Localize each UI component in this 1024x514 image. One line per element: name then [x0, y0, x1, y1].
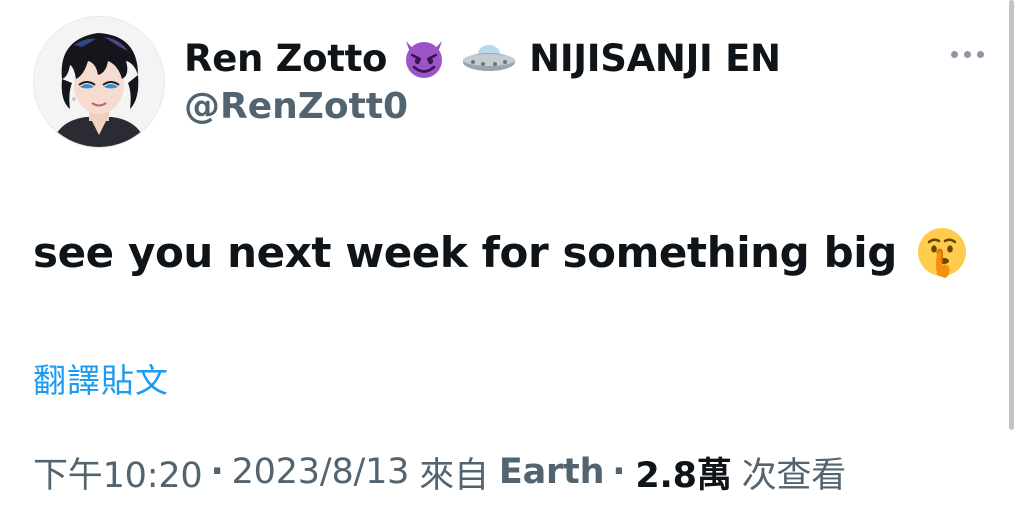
views-label: 次查看 [741, 455, 847, 496]
meta-separator: · [210, 452, 224, 492]
tweet-time[interactable]: 下午10:20 [33, 447, 203, 498]
ufo-emoji-icon [461, 38, 517, 78]
tweet-text-content: see you next week for something big [33, 227, 897, 277]
translate-post-link[interactable]: 翻譯貼文 [33, 354, 169, 402]
source-name[interactable]: Earth [499, 452, 605, 492]
views-count: 2.8萬 [635, 455, 732, 496]
tweet-card: Ren Zotto NIJISANJI EN @RenZott0 see you… [0, 0, 1024, 514]
source-prefix: 來自 [419, 455, 489, 496]
author-affiliation: NIJISANJI EN [529, 36, 781, 80]
shushing-face-emoji-icon [915, 225, 969, 279]
author-name-line: Ren Zotto NIJISANJI EN [184, 30, 781, 86]
more-options-button[interactable] [940, 36, 994, 72]
scrollbar[interactable] [1009, 0, 1014, 430]
author-display-name[interactable]: Ren Zotto [184, 37, 387, 80]
smiling-imp-emoji-icon [401, 35, 447, 81]
more-horizontal-icon [948, 50, 987, 58]
meta-separator: · [612, 452, 626, 492]
tweet-date[interactable]: 2023/8/13 [232, 452, 410, 492]
tweet-meta: 下午10:20 · 2023/8/13 來自 Earth · 2.8萬 次查看 [33, 446, 846, 498]
tweet-text: see you next week for something big [33, 222, 969, 282]
avatar-image [34, 17, 164, 147]
author-handle[interactable]: @RenZott0 [184, 86, 408, 127]
avatar[interactable] [33, 16, 165, 148]
